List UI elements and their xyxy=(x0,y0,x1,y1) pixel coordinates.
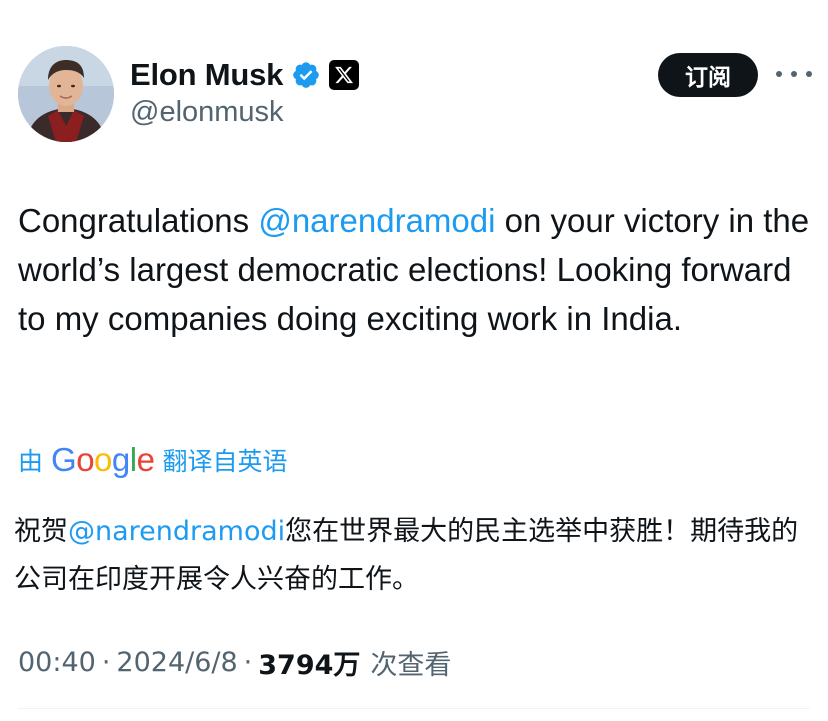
tweet-date[interactable]: 2024/6/8 xyxy=(116,647,237,678)
more-dot xyxy=(806,71,812,77)
tweet-text-before: Congratulations xyxy=(18,202,259,239)
meta-separator: · xyxy=(243,646,253,678)
translation-prefix: 由 xyxy=(18,447,44,476)
translated-text-before: 祝贺 xyxy=(14,516,68,547)
translated-tweet-text: 祝贺@narendramodi您在世界最大的民主选举中获胜！期待我的公司在印度开… xyxy=(14,508,820,604)
author-handle[interactable]: @elonmusk xyxy=(130,96,284,129)
author-name-row: Elon Musk xyxy=(130,56,360,94)
divider xyxy=(18,708,810,709)
tweet-meta: 00:40 · 2024/6/8 · 3794万 次查看 xyxy=(18,642,451,682)
translation-attribution[interactable]: 由 Google 翻译自英语 xyxy=(18,440,287,480)
avatar[interactable] xyxy=(18,46,114,142)
verified-badge-icon[interactable] xyxy=(291,60,321,90)
views-count[interactable]: 3794万 xyxy=(258,643,360,682)
more-dot xyxy=(791,71,797,77)
more-horizontal-icon[interactable] xyxy=(776,64,812,84)
tweet-text: Congratulations @narendramodi on your vi… xyxy=(18,196,818,343)
google-logo: Google xyxy=(51,441,155,478)
tweet-time[interactable]: 00:40 xyxy=(18,647,96,678)
translated-mention-link[interactable]: @narendramodi xyxy=(68,516,285,547)
tweet-mention-link[interactable]: @narendramodi xyxy=(258,202,495,239)
more-dot xyxy=(776,71,782,77)
profile-avatar-image xyxy=(18,46,114,142)
subscribe-button[interactable]: 订阅 xyxy=(658,53,758,97)
author-display-name[interactable]: Elon Musk xyxy=(130,57,283,93)
views-label: 次查看 xyxy=(370,649,452,681)
translation-suffix: 翻译自英语 xyxy=(162,447,288,476)
x-logo-icon[interactable] xyxy=(329,60,360,90)
meta-separator: · xyxy=(101,646,111,678)
